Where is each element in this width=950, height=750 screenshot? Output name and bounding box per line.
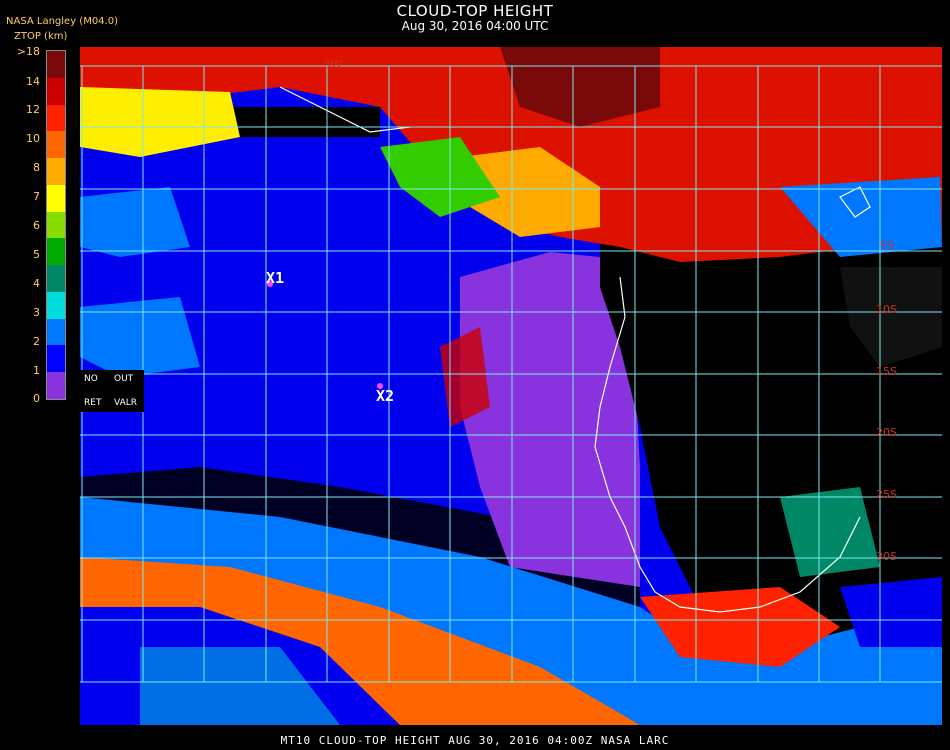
producer-label: NASA Langley (M04.0) (6, 16, 118, 27)
legend-out: OUT (114, 374, 134, 384)
color-scale-bar (46, 50, 66, 400)
swatch-3 (47, 291, 65, 319)
marker-x1[interactable]: X1 (266, 269, 284, 287)
swatch-7 (47, 184, 65, 212)
satellite-map[interactable]: 5W 5S 10S 15S 20S 25S 30S X1 X2 (80, 47, 942, 725)
swatch-8 (47, 158, 65, 185)
legend-no: NO (84, 374, 98, 384)
lon-label-5w: 5W (324, 58, 342, 71)
no-retrieval-legend: NO OUT RET VALR (80, 370, 144, 412)
tick-label: 8 (33, 161, 40, 174)
lat-label-10s: 10S (876, 303, 897, 316)
map-timestamp: Aug 30, 2016 04:00 UTC (401, 19, 549, 33)
swatch-0 (47, 372, 65, 399)
tick-label: 0 (33, 392, 40, 405)
lat-label-5s: 5S (880, 239, 894, 252)
swatch-10 (47, 131, 65, 159)
swatch-14 (47, 77, 65, 105)
swatch-5 (47, 238, 65, 266)
cloud-imagery (80, 47, 942, 725)
tick-label: 5 (33, 248, 40, 261)
swatch-2 (47, 318, 65, 346)
swatch-18 (47, 51, 65, 78)
tick-label: 4 (33, 277, 40, 290)
swatch-6 (47, 211, 65, 239)
variable-label: ZTOP (km) (14, 31, 68, 42)
legend-ret: RET (84, 398, 102, 408)
tick-label: 10 (26, 132, 40, 145)
legend-valr: VALR (114, 398, 138, 408)
map-title: CLOUD-TOP HEIGHT (396, 2, 554, 20)
swatch-4 (47, 265, 65, 292)
lat-label-25s: 25S (876, 488, 897, 501)
tick-label: 14 (26, 75, 40, 88)
tick-label: 7 (33, 190, 40, 203)
tick-label: 12 (26, 103, 40, 116)
swatch-12 (47, 104, 65, 132)
lat-label-30s: 30S (876, 550, 897, 563)
footer-caption: MT10 CLOUD-TOP HEIGHT AUG 30, 2016 04:00… (280, 734, 670, 747)
tick-label: 3 (33, 306, 40, 319)
lat-label-15s: 15S (876, 365, 897, 378)
tick-label: 6 (33, 219, 40, 232)
marker-x2[interactable]: X2 (376, 387, 394, 405)
tick-label: 1 (33, 364, 40, 377)
swatch-1 (47, 345, 65, 373)
tick-label: >18 (16, 45, 40, 58)
tick-label: 2 (33, 335, 40, 348)
lat-label-20s: 20S (876, 426, 897, 439)
